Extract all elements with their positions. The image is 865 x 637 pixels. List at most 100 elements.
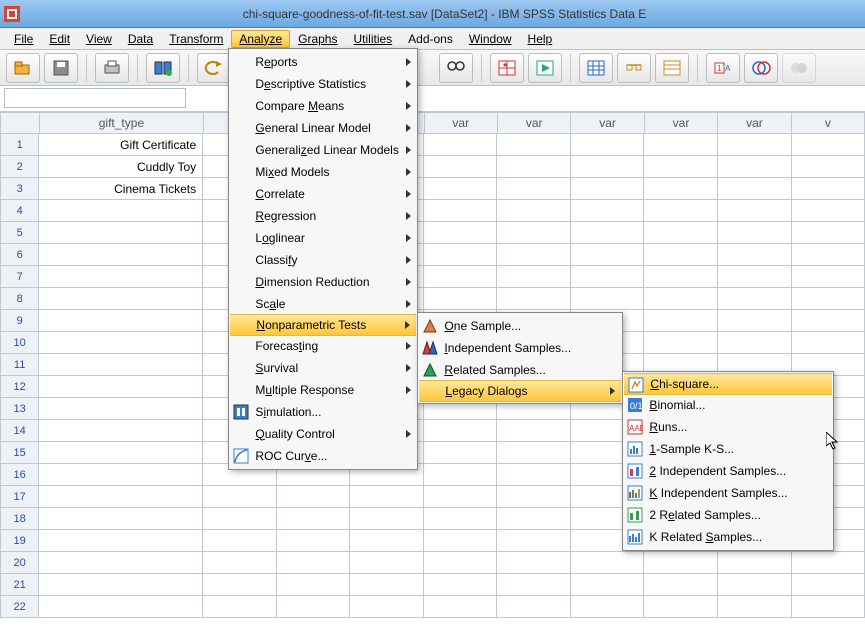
row-header[interactable]: 9 — [0, 310, 39, 332]
cell[interactable] — [792, 332, 865, 354]
cell[interactable] — [39, 200, 203, 222]
undo-button[interactable] — [197, 53, 231, 83]
cell[interactable] — [792, 310, 865, 332]
cell[interactable] — [718, 552, 792, 574]
cell[interactable] — [424, 596, 498, 618]
cell[interactable] — [644, 266, 718, 288]
cell[interactable] — [39, 464, 203, 486]
cell[interactable] — [718, 134, 792, 156]
column-header[interactable]: gift_type — [40, 112, 205, 134]
cell[interactable] — [424, 200, 498, 222]
row-header[interactable]: 20 — [0, 552, 39, 574]
menu-addons[interactable]: Add-ons — [400, 30, 461, 48]
cell[interactable] — [718, 288, 792, 310]
cell[interactable] — [644, 200, 718, 222]
cell[interactable] — [571, 178, 645, 200]
menu-k-independent-samples[interactable]: K Independent Samples... — [623, 482, 833, 504]
cell[interactable] — [39, 420, 203, 442]
cell[interactable] — [277, 530, 351, 552]
cell[interactable] — [718, 200, 792, 222]
cell[interactable] — [644, 222, 718, 244]
row-header[interactable]: 4 — [0, 200, 39, 222]
run-button[interactable] — [528, 53, 562, 83]
cell[interactable] — [39, 486, 203, 508]
cell[interactable] — [792, 266, 865, 288]
cell[interactable] — [718, 244, 792, 266]
cell[interactable] — [39, 574, 203, 596]
menu-multiple-response[interactable]: Multiple Response — [229, 379, 417, 401]
cell[interactable] — [718, 596, 792, 618]
cell[interactable] — [350, 596, 424, 618]
cell[interactable] — [350, 486, 424, 508]
cell[interactable] — [792, 552, 865, 574]
column-header[interactable]: var — [425, 112, 498, 134]
menu-mixed-models[interactable]: Mixed Models — [229, 161, 417, 183]
open-button[interactable] — [6, 53, 40, 83]
cell[interactable] — [792, 178, 865, 200]
cell[interactable] — [424, 574, 498, 596]
cell[interactable] — [644, 134, 718, 156]
cell[interactable] — [718, 332, 792, 354]
cell[interactable] — [497, 200, 571, 222]
column-header[interactable]: var — [498, 112, 571, 134]
row-header[interactable]: 14 — [0, 420, 39, 442]
cell[interactable] — [571, 222, 645, 244]
menu-legacy-dialogs[interactable]: Legacy Dialogs — [419, 380, 621, 402]
cell[interactable] — [497, 420, 571, 442]
cell[interactable] — [644, 244, 718, 266]
menu-general-linear-model[interactable]: General Linear Model — [229, 117, 417, 139]
menu-analyze[interactable]: Analyze — [231, 30, 290, 48]
cell[interactable] — [644, 552, 718, 574]
cell[interactable] — [497, 552, 571, 574]
menu-forecasting[interactable]: Forecasting — [229, 335, 417, 357]
cell[interactable] — [718, 266, 792, 288]
row-header[interactable]: 13 — [0, 398, 39, 420]
cell[interactable] — [39, 222, 203, 244]
cell[interactable] — [350, 508, 424, 530]
row-header[interactable]: 17 — [0, 486, 39, 508]
cell[interactable] — [39, 354, 203, 376]
save-button[interactable] — [44, 53, 78, 83]
menu-dimension-reduction[interactable]: Dimension Reduction — [229, 271, 417, 293]
cell[interactable] — [497, 288, 571, 310]
cell[interactable] — [644, 156, 718, 178]
cell[interactable] — [424, 288, 498, 310]
cell[interactable] — [497, 266, 571, 288]
cell[interactable] — [424, 222, 498, 244]
menu-utilities[interactable]: Utilities — [345, 30, 400, 48]
cell[interactable] — [497, 464, 571, 486]
cell[interactable] — [424, 178, 498, 200]
menu-survival[interactable]: Survival — [229, 357, 417, 379]
row-header[interactable]: 5 — [0, 222, 39, 244]
cell[interactable] — [792, 574, 865, 596]
cell[interactable] — [203, 596, 277, 618]
cell[interactable] — [571, 244, 645, 266]
cell[interactable] — [277, 486, 351, 508]
row-header[interactable]: 6 — [0, 244, 39, 266]
menu-1-sample-ks[interactable]: 1-Sample K-S... — [623, 438, 833, 460]
find-button[interactable] — [439, 53, 473, 83]
more-button[interactable] — [782, 53, 816, 83]
cell[interactable] — [497, 244, 571, 266]
row-header[interactable]: 15 — [0, 442, 39, 464]
cell[interactable] — [39, 508, 203, 530]
menu-data[interactable]: Data — [120, 30, 161, 48]
cell[interactable] — [350, 574, 424, 596]
menu-classify[interactable]: Classify — [229, 249, 417, 271]
cell[interactable] — [497, 530, 571, 552]
menu-correlate[interactable]: Correlate — [229, 183, 417, 205]
row-header[interactable]: 21 — [0, 574, 39, 596]
cell[interactable] — [424, 266, 498, 288]
menu-generalized-linear-models[interactable]: Generalized Linear Models — [229, 139, 417, 161]
column-header[interactable]: var — [718, 112, 791, 134]
menu-reports[interactable]: Reports — [229, 51, 417, 73]
cell[interactable] — [644, 332, 718, 354]
sets-button[interactable] — [744, 53, 778, 83]
cell[interactable] — [277, 574, 351, 596]
cell[interactable] — [792, 596, 865, 618]
cell[interactable] — [792, 288, 865, 310]
cell[interactable] — [718, 156, 792, 178]
menu-related-samples[interactable]: Related Samples... — [418, 359, 622, 381]
row-header[interactable]: 3 — [0, 178, 39, 200]
weight-button[interactable] — [617, 53, 651, 83]
